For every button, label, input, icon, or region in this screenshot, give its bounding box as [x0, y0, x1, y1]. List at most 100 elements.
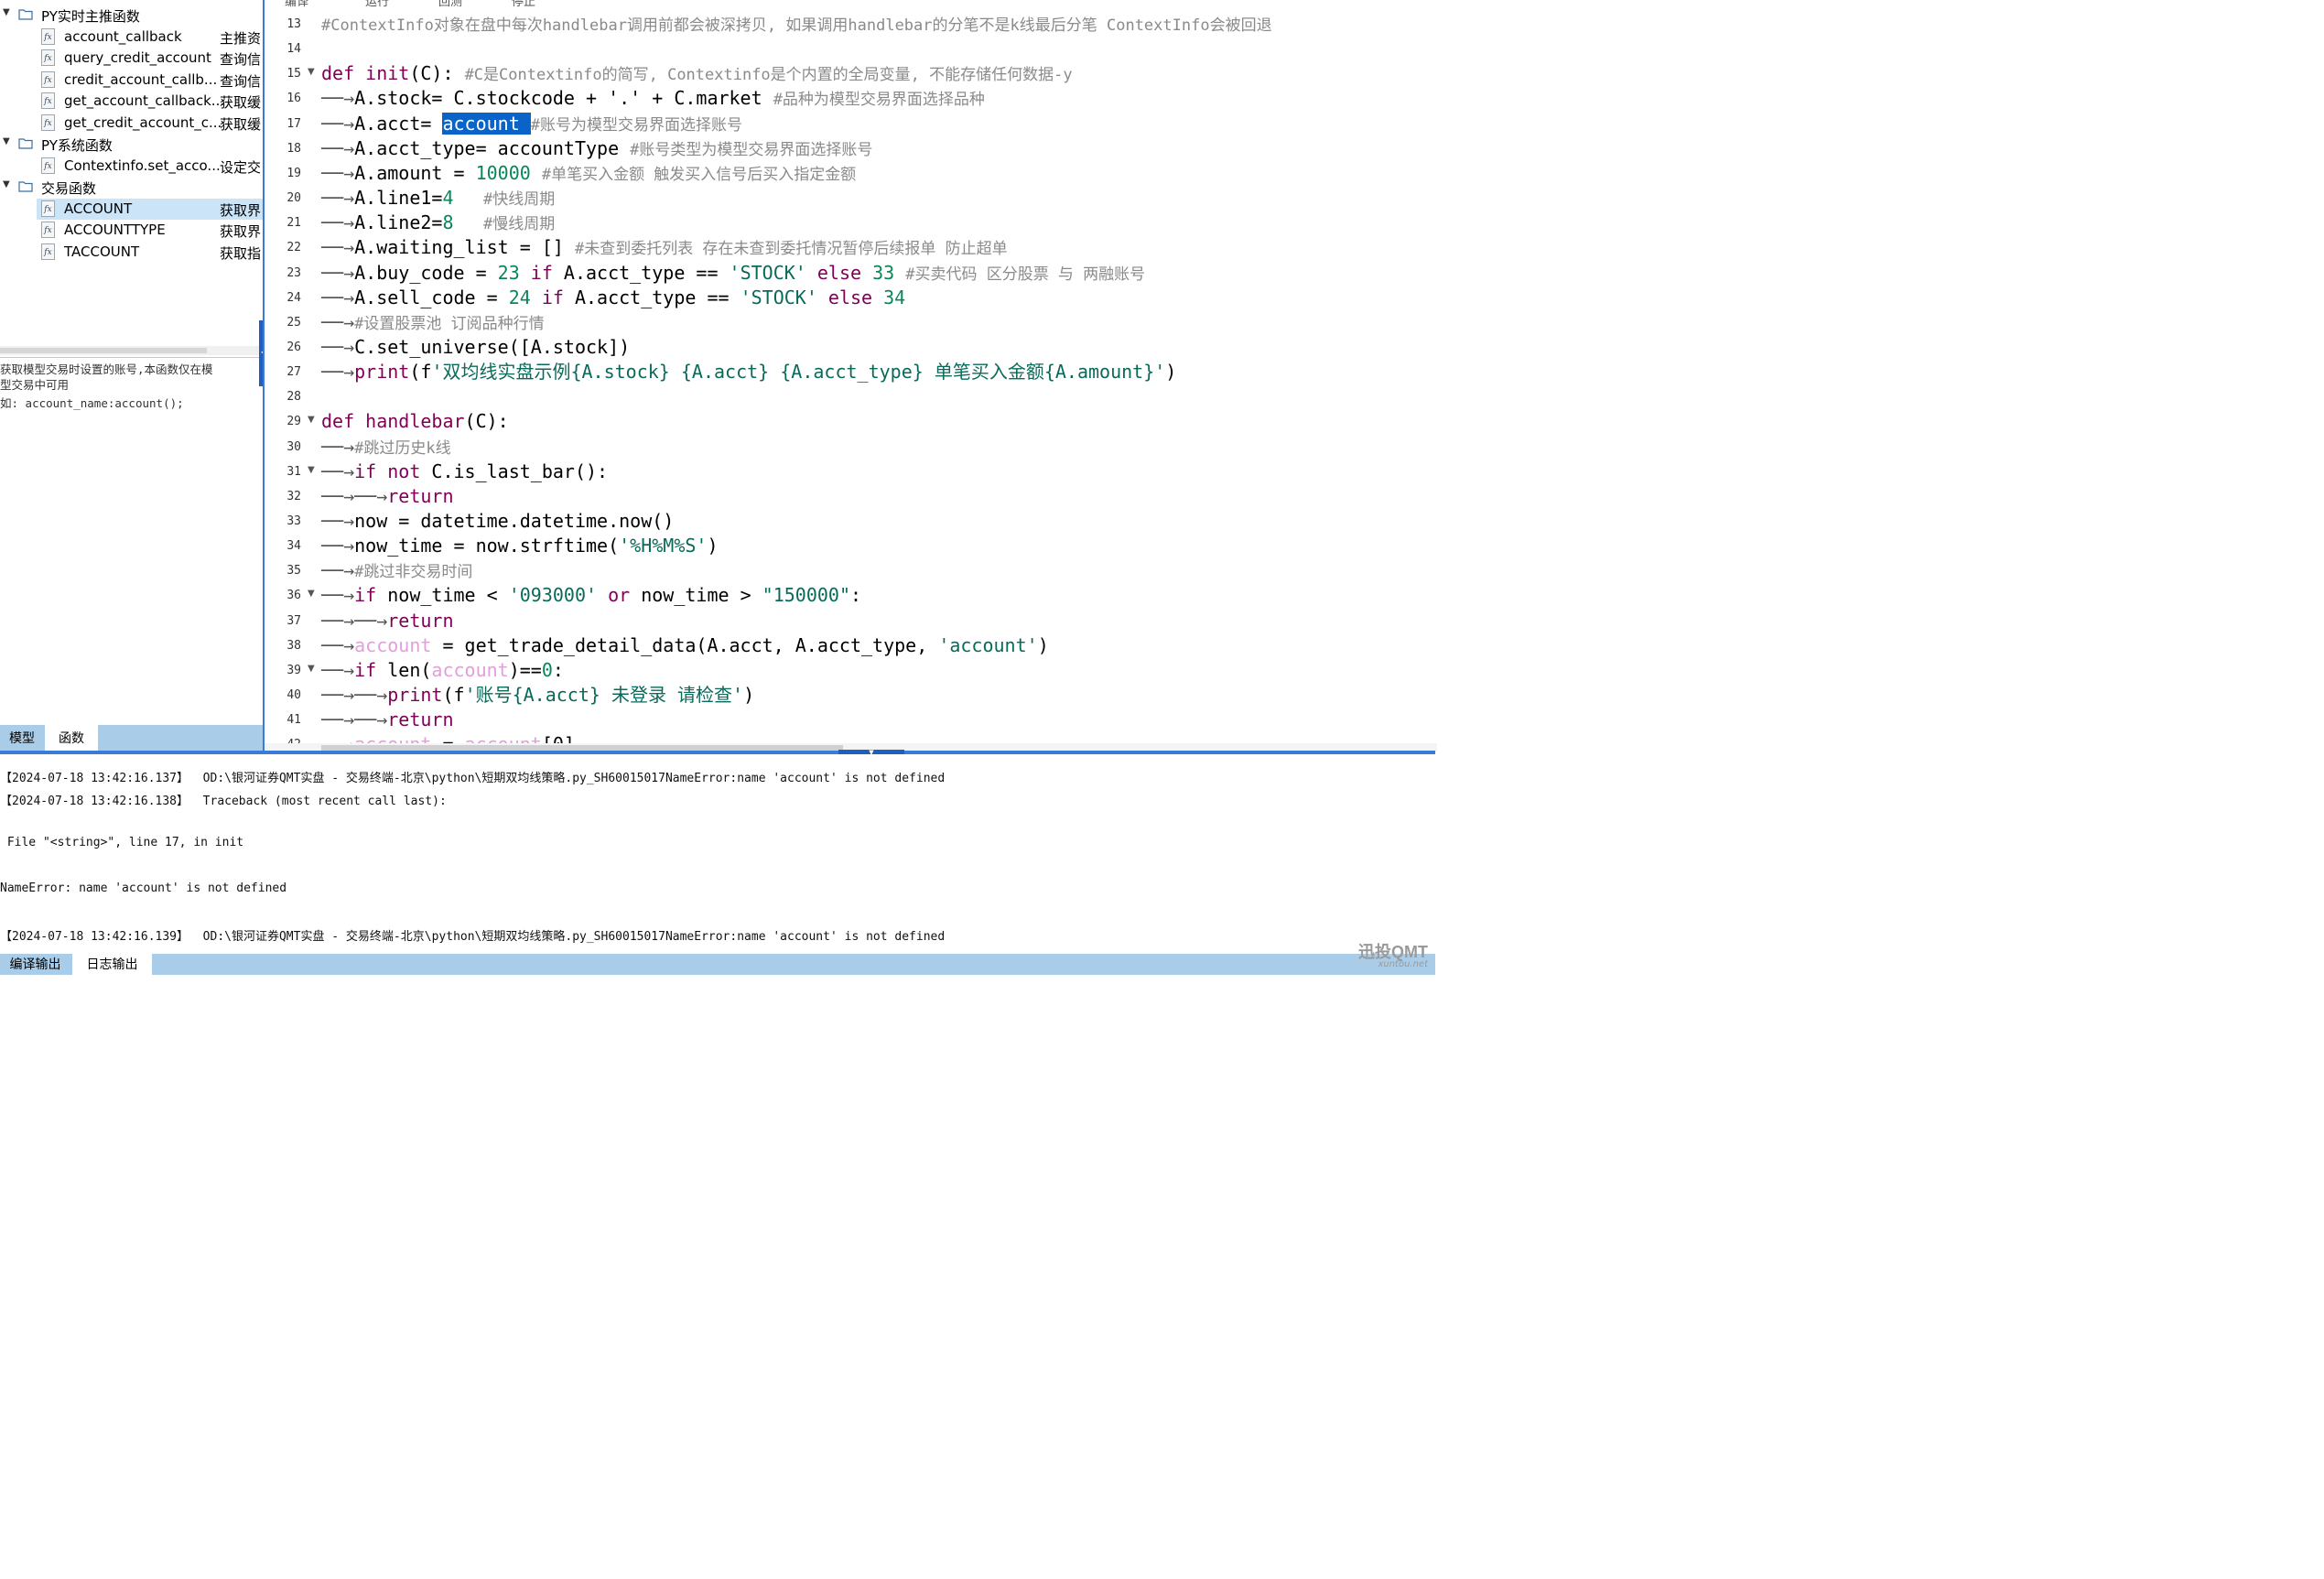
code-line[interactable]: ──→#设置股票池 订阅品种行情 [321, 310, 545, 335]
tree-function-desc: 获取指 [220, 244, 261, 262]
tab-compile-output[interactable]: 编译输出 [0, 954, 70, 975]
tree-function-item[interactable]: fx ACCOUNTTYPE 获取界 [0, 220, 263, 241]
code-token: now_time = now.strftime( [354, 535, 620, 557]
code-line[interactable]: ──→A.buy_code = 23 if A.acct_type == 'ST… [321, 261, 1145, 286]
code-token: ) [707, 535, 719, 557]
tab-arrow-icon: ──→ [321, 87, 355, 110]
tree-function-desc: 主推资 [220, 29, 261, 47]
tab-functions[interactable]: 函数 [45, 725, 98, 752]
line-number: 16 [286, 92, 301, 106]
fold-arrow-icon[interactable]: ▼ [308, 415, 315, 425]
backtest-button[interactable]: 回测 [438, 0, 462, 9]
tree-scroll-thumb[interactable] [0, 348, 207, 353]
code-token: if [354, 584, 388, 607]
tree-function-item[interactable]: fx get_account_callback... 获取缓 [0, 91, 263, 112]
code-line[interactable]: ──→A.stock= C.stockcode + '.' + C.market… [321, 86, 985, 111]
code-line[interactable]: ──→#跳过非交易时间 [321, 558, 472, 583]
code-line[interactable]: ──→A.waiting_list = [] #未查到委托列表 存在未查到委托情… [321, 235, 1008, 260]
tree-function-label: credit_account_callb... [64, 70, 218, 88]
run-button[interactable]: 运行 [365, 0, 389, 9]
tab-arrow-icon: ──→ [321, 361, 355, 384]
expand-arrow-icon[interactable]: ▼ [3, 180, 12, 189]
tree-function-item[interactable]: fx query_credit_account 查询信 [0, 48, 263, 69]
tree-function-desc: 获取界 [220, 223, 261, 240]
code-line[interactable]: ──→A.amount = 10000 #单笔买入金额 触发买入信号后买入指定金… [321, 161, 856, 186]
compile-button[interactable]: 编译 [285, 0, 308, 9]
code-token: 'STOCK' [729, 261, 817, 284]
line-number: 20 [286, 191, 301, 206]
code-line[interactable]: ──→print(f'双均线实盘示例{A.stock} {A.acct} {A.… [321, 360, 1176, 384]
line-number: 37 [286, 613, 301, 628]
code-line[interactable]: def handlebar(C): [321, 409, 509, 434]
tree-folder[interactable]: ▼ PY实时主推函数 [0, 5, 263, 26]
fold-arrow-icon[interactable]: ▼ [308, 465, 315, 475]
function-icon: fx [41, 200, 55, 217]
stop-button[interactable]: 停止 [512, 0, 535, 9]
code-line[interactable]: ──→A.line1=4 #快线周期 [321, 186, 555, 211]
code-line[interactable]: ──→now = datetime.datetime.now() [321, 509, 674, 534]
code-token: now_time > [641, 584, 762, 607]
code-line[interactable]: ──→if len(account)==0: [321, 658, 564, 683]
tab-model[interactable]: 模型 [0, 725, 44, 752]
tree-folder[interactable]: ▼ PY系统函数 [0, 134, 263, 155]
code-line[interactable]: ──→──→return [321, 609, 454, 633]
code-editor[interactable]: 编译 运行 回测 停止 13 14 15 ▼ 16 17 18 19 20 21 22 23 24 25 2… [263, 0, 1437, 752]
code-line[interactable]: def init(C): #C是Contextinfo的简写, Contexti… [321, 61, 1073, 86]
line-number: 41 [286, 713, 301, 728]
tree-function-label: ACCOUNT [64, 200, 133, 217]
code-line[interactable]: ──→now_time = now.strftime('%H%M%S') [321, 534, 718, 558]
tree-function-label: ACCOUNTTYPE [64, 222, 166, 238]
tree-function-item[interactable]: fx Contextinfo.set_acco... 设定交 [0, 156, 263, 177]
tree-function-item[interactable]: fx get_credit_account_c... 获取缓 [0, 113, 263, 134]
tree-horizontal-scrollbar[interactable] [0, 346, 263, 355]
expand-arrow-icon[interactable]: ▼ [3, 8, 12, 17]
code-line[interactable]: ──→#跳过历史k线 [321, 435, 451, 460]
fold-arrow-icon[interactable]: ▼ [308, 67, 315, 77]
tab-arrow-icon: ──→ [321, 112, 355, 135]
tree-function-item[interactable]: fx ACCOUNT 获取界 [37, 198, 263, 220]
code-token: 'account' [938, 633, 1038, 656]
description-line: 型交易中可用 [0, 378, 70, 392]
code-line[interactable]: ──→──→return [321, 708, 454, 732]
tree-function-item[interactable]: fx account_callback 主推资 [0, 27, 263, 48]
tree-folder[interactable]: ▼ 交易函数 [0, 177, 263, 198]
code-token: '双均线实盘示例{A.stock} {A.acct} {A.acct_type}… [431, 361, 1166, 384]
code-line[interactable]: ──→A.acct= account #账号为模型交易界面选择账号 [321, 112, 742, 136]
line-number: 27 [286, 365, 301, 380]
code-area[interactable]: #ContextInfo对象在盘中每次handlebar调用前都会被深拷贝, 如… [321, 9, 1437, 752]
function-icon: fx [41, 243, 55, 260]
line-number: 22 [286, 241, 301, 255]
tab-arrow-icon: ──→ [321, 236, 355, 259]
code-token: account [442, 112, 531, 135]
code-line[interactable]: ──→──→return [321, 484, 454, 509]
code-line[interactable]: #ContextInfo对象在盘中每次handlebar调用前都会被深拷贝, 如… [321, 12, 1272, 37]
tree-function-item[interactable]: fx credit_account_callb... 查询信 [0, 70, 263, 91]
line-number: 13 [286, 17, 301, 31]
code-line[interactable]: ──→C.set_universe([A.stock]) [321, 335, 630, 360]
code-line[interactable]: ──→A.acct_type= accountType #账号类型为模型交易界面… [321, 136, 872, 161]
tab-arrow-icon: ──→ [321, 535, 355, 557]
code-line[interactable]: ──→if now_time < '093000' or now_time > … [321, 583, 861, 608]
line-number: 26 [286, 340, 301, 354]
code-line[interactable]: ──→account = get_trade_detail_data(A.acc… [321, 633, 1049, 658]
tree-function-label: get_account_callback... [64, 92, 225, 109]
expand-arrow-icon[interactable]: ▼ [3, 137, 12, 146]
tab-log-output[interactable]: 日志输出 [72, 954, 152, 975]
code-line[interactable]: ──→A.line2=8 #慢线周期 [321, 211, 555, 235]
code-line[interactable]: ──→if not C.is_last_bar(): [321, 460, 608, 484]
code-token: A.stock= C.stockcode + '.' + C.market [354, 87, 773, 110]
tree-function-item[interactable]: fx TACCOUNT 获取指 [0, 242, 263, 263]
fold-arrow-icon[interactable]: ▼ [308, 589, 315, 599]
code-line[interactable]: ──→A.sell_code = 24 if A.acct_type == 'S… [321, 286, 905, 310]
code-token: now_time < [387, 584, 509, 607]
code-line[interactable]: ──→──→print(f'账号{A.acct} 未登录 请检查') [321, 683, 754, 708]
code-token: A.buy_code = [354, 261, 498, 284]
code-token: 8 [442, 211, 465, 234]
line-number: 18 [286, 141, 301, 156]
fold-arrow-icon[interactable]: ▼ [308, 664, 315, 674]
code-token: 33 [872, 261, 906, 284]
code-token: print [387, 684, 443, 707]
function-icon: fx [41, 49, 55, 66]
code-token: : [552, 658, 564, 681]
line-number: 23 [286, 265, 301, 280]
